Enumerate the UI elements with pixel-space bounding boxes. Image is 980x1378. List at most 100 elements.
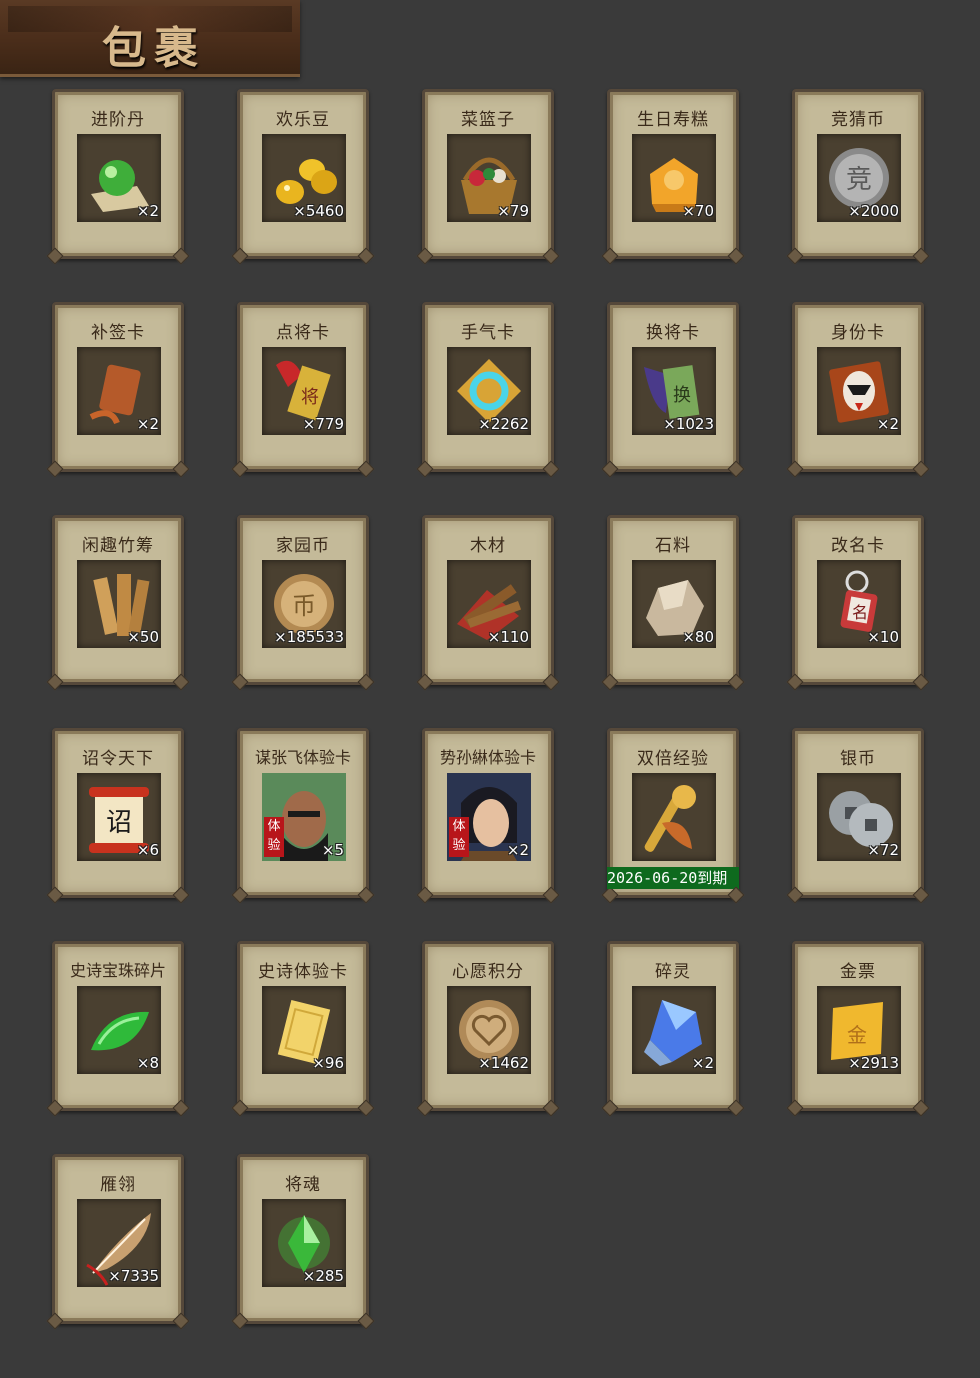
inventory-item[interactable]: 木材 ×110 [422, 515, 554, 685]
inventory-item[interactable]: 进阶丹 ×2 [52, 89, 184, 259]
item-name: 竞猜币 [831, 110, 885, 130]
inventory-item[interactable]: 石料 ×80 [607, 515, 739, 685]
green-crystal-icon: ×285 [262, 1199, 346, 1287]
svg-text:竞: 竞 [846, 165, 872, 195]
inventory-item[interactable]: 欢乐豆 ×5460 [237, 89, 369, 259]
item-name: 手气卡 [461, 323, 515, 343]
item-name: 势孙綝体验卡 [439, 748, 536, 767]
item-quantity: ×10 [867, 628, 899, 646]
item-name: 金票 [840, 962, 876, 982]
inventory-item[interactable]: 竞猜币竞 ×2000 [792, 89, 924, 259]
item-quantity: ×779 [302, 415, 344, 433]
item-name: 菜篮子 [461, 110, 515, 130]
gold-card-icon: ×96 [262, 986, 346, 1074]
item-name: 欢乐豆 [276, 110, 330, 130]
item-quantity: ×5460 [293, 202, 344, 220]
inventory-item[interactable]: 闲趣竹筹 ×50 [52, 515, 184, 685]
heart-coin-icon: ×1462 [447, 986, 531, 1074]
expiry-bar: 2026-06-20到期 [607, 867, 739, 889]
inventory-item[interactable]: 诏令天下诏 ×6 [52, 728, 184, 898]
item-name: 身份卡 [831, 323, 885, 343]
inventory-item[interactable]: 碎灵 ×2 [607, 941, 739, 1111]
inventory-item[interactable]: 生日寿糕 ×70 [607, 89, 739, 259]
item-quantity: ×2 [136, 415, 159, 433]
item-name: 碎灵 [655, 962, 691, 982]
svg-text:金: 金 [847, 1023, 867, 1047]
basket-icon: ×79 [447, 134, 531, 222]
item-quantity: ×2 [506, 841, 529, 859]
inventory-item[interactable]: 将魂 ×285 [237, 1154, 369, 1324]
item-quantity: ×2 [876, 415, 899, 433]
item-name: 换将卡 [646, 323, 700, 343]
item-quantity: ×79 [497, 202, 529, 220]
item-name: 家园币 [276, 536, 330, 556]
item-name: 改名卡 [831, 536, 885, 556]
item-quantity: ×1023 [663, 415, 714, 433]
gold-beans-icon: ×5460 [262, 134, 346, 222]
rename-card-icon: 名 ×10 [817, 560, 901, 648]
inventory-item[interactable]: 身份卡 ×2 [792, 302, 924, 472]
zhangfei-portrait-icon: 体验 ×5 [262, 773, 346, 861]
inventory-item[interactable]: 手气卡 ×2262 [422, 302, 554, 472]
item-name: 银币 [840, 749, 876, 769]
luck-card-icon: ×2262 [447, 347, 531, 435]
item-name: 点将卡 [276, 323, 330, 343]
svg-text:名: 名 [852, 603, 868, 622]
item-quantity: ×70 [682, 202, 714, 220]
trial-tag: 体验 [264, 817, 284, 857]
item-name: 石料 [655, 536, 691, 556]
inventory-header: 包裹 [0, 0, 300, 77]
page-title: 包裹 [102, 23, 206, 74]
item-name: 生日寿糕 [637, 110, 709, 130]
item-quantity: ×7335 [108, 1267, 159, 1285]
inventory-item[interactable]: 换将卡换 ×1023 [607, 302, 739, 472]
item-quantity: ×2262 [478, 415, 529, 433]
inventory-item[interactable]: 家园币币 ×185533 [237, 515, 369, 685]
inventory-item[interactable]: 史诗宝珠碎片 ×8 [52, 941, 184, 1111]
svg-text:诏: 诏 [106, 808, 132, 838]
item-quantity: ×2 [691, 1054, 714, 1072]
scroll-icon: 诏 ×6 [77, 773, 161, 861]
inventory-item[interactable]: 谋张飞体验卡 体验 ×5 [237, 728, 369, 898]
item-quantity: ×96 [312, 1054, 344, 1072]
item-quantity: ×285 [302, 1267, 344, 1285]
birthday-cake-icon: ×70 [632, 134, 716, 222]
green-shard-icon: ×8 [77, 986, 161, 1074]
item-quantity: ×2 [136, 202, 159, 220]
inventory-item[interactable]: 雁翎 ×7335 [52, 1154, 184, 1324]
inventory-item[interactable]: 心愿积分 ×1462 [422, 941, 554, 1111]
inventory-item[interactable]: 金票金 ×2913 [792, 941, 924, 1111]
inventory-item[interactable]: 点将卡将 ×779 [237, 302, 369, 472]
inventory-item[interactable]: 菜篮子 ×79 [422, 89, 554, 259]
svg-text:将: 将 [301, 387, 319, 408]
ruyi-scepter-icon [632, 773, 716, 861]
item-quantity: ×185533 [274, 628, 344, 646]
stone-icon: ×80 [632, 560, 716, 648]
feather-icon: ×7335 [77, 1199, 161, 1287]
identity-card-icon: ×2 [817, 347, 901, 435]
svg-text:币: 币 [292, 592, 316, 620]
inventory-item[interactable]: 势孙綝体验卡 体验 ×2 [422, 728, 554, 898]
inventory-item[interactable]: 改名卡名 ×10 [792, 515, 924, 685]
svg-text:换: 换 [673, 385, 691, 406]
item-quantity: ×80 [682, 628, 714, 646]
gold-ticket-icon: 金 ×2913 [817, 986, 901, 1074]
item-name: 补签卡 [91, 323, 145, 343]
item-name: 进阶丹 [91, 110, 145, 130]
item-name: 心愿积分 [452, 962, 524, 982]
item-quantity: ×6 [136, 841, 159, 859]
inventory-item[interactable]: 双倍经验 2026-06-20到期 [607, 728, 739, 898]
item-name: 将魂 [285, 1175, 321, 1195]
home-coin-icon: 币 ×185533 [262, 560, 346, 648]
item-quantity: ×2000 [848, 202, 899, 220]
inventory-item[interactable]: 史诗体验卡 ×96 [237, 941, 369, 1111]
green-pill-icon: ×2 [77, 134, 161, 222]
general-card-icon: 将 ×779 [262, 347, 346, 435]
swap-card-icon: 换 ×1023 [632, 347, 716, 435]
item-quantity: ×1462 [478, 1054, 529, 1072]
inventory-item[interactable]: 补签卡 ×2 [52, 302, 184, 472]
item-quantity: ×8 [136, 1054, 159, 1072]
item-quantity: ×110 [487, 628, 529, 646]
signin-card-icon: ×2 [77, 347, 161, 435]
inventory-item[interactable]: 银币 ×72 [792, 728, 924, 898]
